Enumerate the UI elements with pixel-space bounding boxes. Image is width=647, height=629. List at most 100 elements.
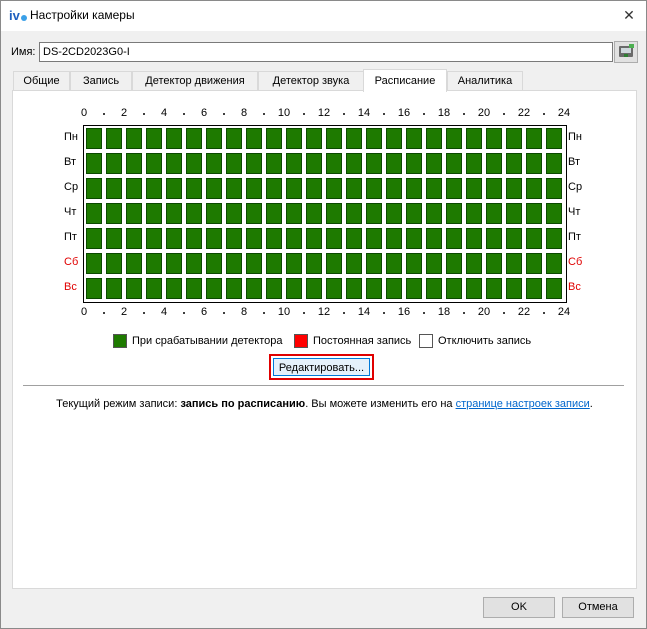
tab-recording[interactable]: Запись <box>70 71 132 91</box>
schedule-cell[interactable] <box>485 277 503 300</box>
ok-button[interactable]: OK <box>483 597 555 618</box>
schedule-cell[interactable] <box>165 202 183 225</box>
schedule-cell[interactable] <box>525 152 543 175</box>
schedule-cell[interactable] <box>305 152 323 175</box>
schedule-cell[interactable] <box>145 152 163 175</box>
schedule-cell[interactable] <box>125 227 143 250</box>
schedule-cell[interactable] <box>425 227 443 250</box>
schedule-cell[interactable] <box>545 227 563 250</box>
schedule-cell[interactable] <box>345 202 363 225</box>
schedule-cell[interactable] <box>245 277 263 300</box>
schedule-cell[interactable] <box>445 152 463 175</box>
schedule-cell[interactable] <box>345 252 363 275</box>
close-button[interactable]: ✕ <box>612 1 646 31</box>
schedule-cell[interactable] <box>305 277 323 300</box>
schedule-cell[interactable] <box>185 127 203 150</box>
schedule-cell[interactable] <box>325 227 343 250</box>
schedule-cell[interactable] <box>305 252 323 275</box>
schedule-cell[interactable] <box>265 252 283 275</box>
schedule-cell[interactable] <box>505 227 523 250</box>
schedule-cell[interactable] <box>285 177 303 200</box>
schedule-cell[interactable] <box>405 152 423 175</box>
tab-schedule[interactable]: Расписание <box>363 69 447 92</box>
schedule-cell[interactable] <box>225 177 243 200</box>
schedule-cell[interactable] <box>545 127 563 150</box>
schedule-cell[interactable] <box>245 202 263 225</box>
schedule-cell[interactable] <box>245 252 263 275</box>
schedule-cell[interactable] <box>465 252 483 275</box>
schedule-cell[interactable] <box>485 177 503 200</box>
schedule-grid[interactable] <box>83 125 567 303</box>
schedule-cell[interactable] <box>325 127 343 150</box>
schedule-cell[interactable] <box>365 152 383 175</box>
schedule-cell[interactable] <box>205 127 223 150</box>
schedule-cell[interactable] <box>445 277 463 300</box>
schedule-cell[interactable] <box>305 202 323 225</box>
schedule-cell[interactable] <box>365 277 383 300</box>
schedule-cell[interactable] <box>85 227 103 250</box>
schedule-cell[interactable] <box>285 202 303 225</box>
schedule-cell[interactable] <box>465 127 483 150</box>
schedule-cell[interactable] <box>145 202 163 225</box>
schedule-cell[interactable] <box>145 252 163 275</box>
schedule-cell[interactable] <box>465 277 483 300</box>
schedule-cell[interactable] <box>485 252 503 275</box>
schedule-cell[interactable] <box>425 277 443 300</box>
schedule-cell[interactable] <box>365 227 383 250</box>
schedule-cell[interactable] <box>505 202 523 225</box>
schedule-cell[interactable] <box>485 202 503 225</box>
schedule-cell[interactable] <box>165 277 183 300</box>
schedule-cell[interactable] <box>445 252 463 275</box>
schedule-cell[interactable] <box>105 252 123 275</box>
schedule-cell[interactable] <box>405 202 423 225</box>
schedule-cell[interactable] <box>105 277 123 300</box>
schedule-cell[interactable] <box>205 177 223 200</box>
schedule-cell[interactable] <box>385 252 403 275</box>
schedule-cell[interactable] <box>385 277 403 300</box>
schedule-cell[interactable] <box>105 177 123 200</box>
schedule-cell[interactable] <box>345 277 363 300</box>
schedule-cell[interactable] <box>185 202 203 225</box>
schedule-cell[interactable] <box>365 127 383 150</box>
schedule-cell[interactable] <box>185 277 203 300</box>
schedule-cell[interactable] <box>505 152 523 175</box>
tab-motion-detector[interactable]: Детектор движения <box>132 71 258 91</box>
cancel-button[interactable]: Отмена <box>562 597 634 618</box>
schedule-cell[interactable] <box>445 177 463 200</box>
schedule-cell[interactable] <box>405 252 423 275</box>
schedule-cell[interactable] <box>225 227 243 250</box>
schedule-cell[interactable] <box>465 177 483 200</box>
schedule-cell[interactable] <box>165 177 183 200</box>
schedule-cell[interactable] <box>365 252 383 275</box>
schedule-cell[interactable] <box>185 177 203 200</box>
schedule-cell[interactable] <box>485 127 503 150</box>
schedule-cell[interactable] <box>385 202 403 225</box>
schedule-cell[interactable] <box>425 152 443 175</box>
schedule-cell[interactable] <box>505 252 523 275</box>
schedule-cell[interactable] <box>545 252 563 275</box>
schedule-cell[interactable] <box>85 277 103 300</box>
schedule-cell[interactable] <box>185 252 203 275</box>
schedule-cell[interactable] <box>265 177 283 200</box>
schedule-cell[interactable] <box>125 152 143 175</box>
schedule-cell[interactable] <box>445 127 463 150</box>
schedule-cell[interactable] <box>85 152 103 175</box>
schedule-cell[interactable] <box>465 152 483 175</box>
schedule-cell[interactable] <box>505 277 523 300</box>
schedule-cell[interactable] <box>85 202 103 225</box>
schedule-cell[interactable] <box>125 127 143 150</box>
schedule-cell[interactable] <box>285 252 303 275</box>
schedule-cell[interactable] <box>225 127 243 150</box>
schedule-cell[interactable] <box>545 177 563 200</box>
schedule-cell[interactable] <box>385 152 403 175</box>
schedule-cell[interactable] <box>445 227 463 250</box>
schedule-cell[interactable] <box>205 202 223 225</box>
schedule-cell[interactable] <box>405 277 423 300</box>
tab-analytics[interactable]: Аналитика <box>447 71 523 91</box>
schedule-cell[interactable] <box>365 177 383 200</box>
schedule-cell[interactable] <box>185 152 203 175</box>
schedule-cell[interactable] <box>205 277 223 300</box>
schedule-cell[interactable] <box>245 177 263 200</box>
schedule-cell[interactable] <box>325 202 343 225</box>
schedule-cell[interactable] <box>345 152 363 175</box>
